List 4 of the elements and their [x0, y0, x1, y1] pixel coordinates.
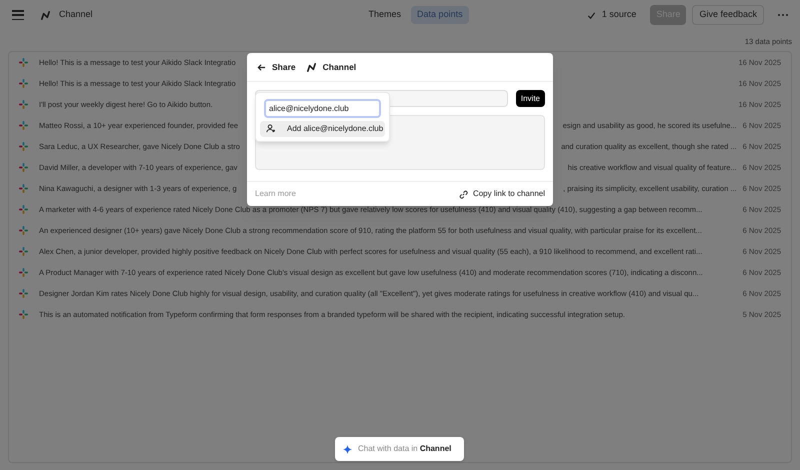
dialog-title: Share — [272, 60, 296, 74]
channel-name: Channel — [322, 60, 356, 74]
source-count: 1 source — [602, 8, 636, 22]
page-title: Channel — [59, 8, 93, 22]
